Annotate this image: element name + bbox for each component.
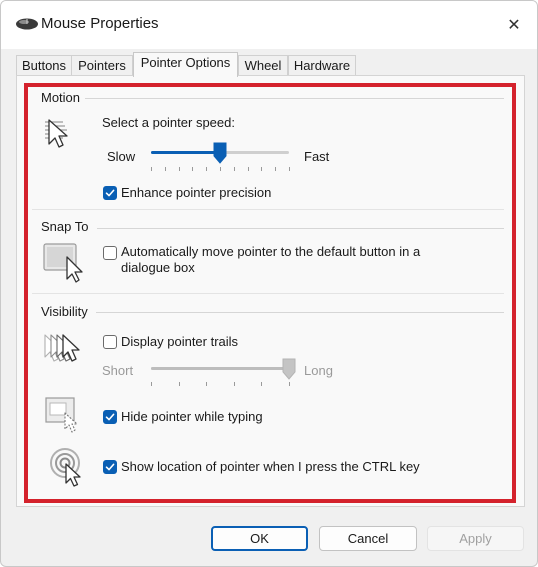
speed-slider-fill xyxy=(151,151,220,154)
tab-buttons[interactable]: Buttons xyxy=(16,55,72,76)
close-button[interactable]: ✕ xyxy=(499,11,529,39)
hide-pointer-typing-checkbox[interactable] xyxy=(103,410,117,424)
slider-tick xyxy=(206,167,208,171)
apply-button[interactable]: Apply xyxy=(427,526,524,551)
trail-long-label: Long xyxy=(304,363,333,378)
slider-tick xyxy=(261,382,263,386)
hide-pointer-icon xyxy=(45,397,78,433)
slider-tick xyxy=(275,167,277,171)
motion-heading: Motion xyxy=(41,90,81,105)
mouse-icon xyxy=(16,18,38,30)
slider-tick xyxy=(233,382,235,386)
show-location-ctrl-label[interactable]: Show location of pointer when I press th… xyxy=(121,459,420,474)
snap-to-divider xyxy=(97,228,504,229)
slider-tick xyxy=(178,382,180,386)
tab-pointer-options[interactable]: Pointer Options xyxy=(133,52,238,77)
enhance-precision-label[interactable]: Enhance pointer precision xyxy=(121,185,271,200)
ok-button[interactable]: OK xyxy=(211,526,308,551)
title-bar: Mouse Properties ✕ xyxy=(1,1,537,49)
hide-pointer-typing-label[interactable]: Hide pointer while typing xyxy=(121,409,263,424)
locate-pointer-icon xyxy=(50,448,81,487)
slider-tick xyxy=(233,167,235,171)
cancel-button[interactable]: Cancel xyxy=(319,526,417,551)
pointer-trails-checkbox[interactable] xyxy=(103,335,117,349)
snap-to-default-checkbox[interactable] xyxy=(103,246,117,260)
section-separator xyxy=(32,293,504,294)
slider-tick xyxy=(164,167,166,171)
motion-divider xyxy=(85,98,504,99)
show-location-ctrl-checkbox[interactable] xyxy=(103,460,117,474)
speed-slow-label: Slow xyxy=(107,149,136,164)
checkmark-icon xyxy=(105,189,115,197)
pointer-speed-label: Select a pointer speed: xyxy=(102,115,235,130)
slider-tick xyxy=(151,382,152,386)
slider-tick xyxy=(220,167,221,171)
snap-to-default-label-line2[interactable]: dialogue box xyxy=(121,260,195,275)
slider-tick xyxy=(289,382,290,386)
pointer-trails-icon xyxy=(44,334,80,362)
snap-to-default-label-line1[interactable]: Automatically move pointer to the defaul… xyxy=(121,244,420,259)
close-icon: ✕ xyxy=(507,17,521,34)
trail-slider-thumb xyxy=(282,358,296,380)
section-separator xyxy=(32,209,504,210)
visibility-divider xyxy=(96,312,504,313)
checkmark-icon xyxy=(105,463,115,471)
tab-wheel[interactable]: Wheel xyxy=(238,55,288,76)
slider-tick xyxy=(247,167,249,171)
enhance-precision-checkbox[interactable] xyxy=(103,186,117,200)
visibility-heading: Visibility xyxy=(41,304,88,319)
slider-tick xyxy=(151,167,152,171)
slider-tick xyxy=(178,167,180,171)
slider-tick xyxy=(261,167,263,171)
trail-slider-track xyxy=(151,367,289,370)
tab-pointers[interactable]: Pointers xyxy=(71,55,133,76)
pointer-options-panel xyxy=(16,75,525,507)
window-title: Mouse Properties xyxy=(41,15,159,32)
slider-tick xyxy=(192,167,194,171)
checkmark-icon xyxy=(105,413,115,421)
pointer-trails-label[interactable]: Display pointer trails xyxy=(121,334,238,349)
slider-tick xyxy=(289,167,290,171)
pointer-speed-icon xyxy=(45,119,68,148)
speed-fast-label: Fast xyxy=(304,149,330,164)
trail-short-label: Short xyxy=(102,363,134,378)
snap-to-icon xyxy=(43,243,83,283)
slider-tick xyxy=(206,382,208,386)
tab-hardware[interactable]: Hardware xyxy=(288,55,356,76)
trail-slider-fill xyxy=(151,367,289,370)
speed-slider-thumb[interactable] xyxy=(213,142,227,164)
mouse-properties-window: Mouse Properties ✕ Buttons Pointers Poin… xyxy=(0,0,538,567)
snap-to-heading: Snap To xyxy=(41,219,89,234)
